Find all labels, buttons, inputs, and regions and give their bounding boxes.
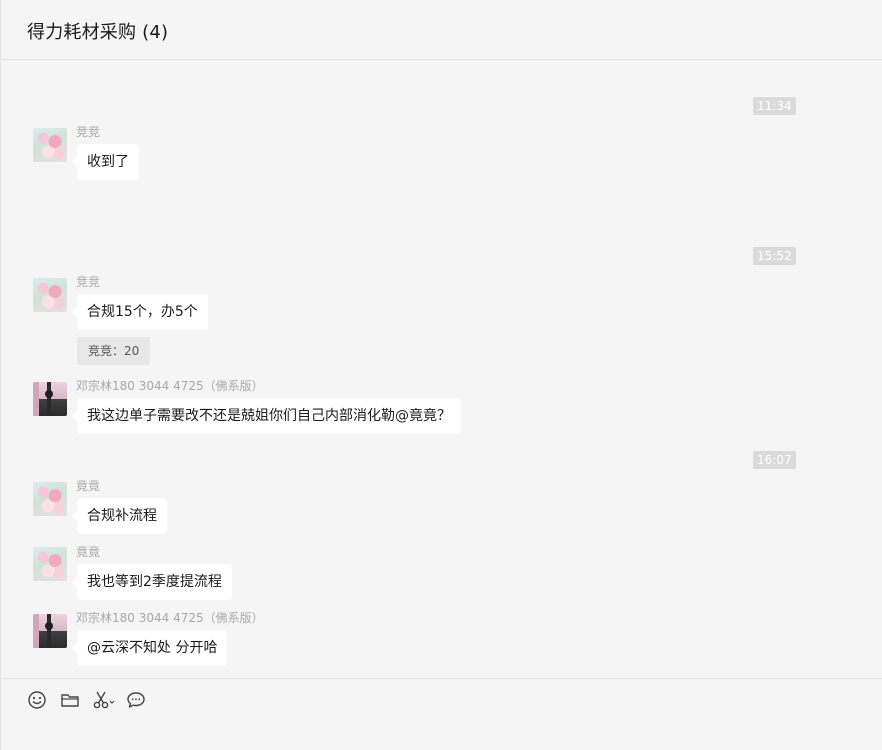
quoted-reply[interactable]: 竞竞：20: [77, 337, 151, 365]
message-bubble[interactable]: 收到了: [72, 144, 139, 180]
emoji-icon[interactable]: [26, 689, 48, 711]
sender-name: 竞竞: [76, 125, 101, 139]
message-bubble[interactable]: @云深不知处 分开哈: [71, 630, 228, 666]
photo-avatar[interactable]: [33, 382, 67, 416]
flower-avatar[interactable]: [33, 278, 67, 312]
chat-window: 得力耗材采购 (4) 11:34 竞竞 收到了 15:52 竞竞 合规15个，办…: [0, 0, 882, 750]
message-bubble[interactable]: 合规补流程: [72, 498, 167, 534]
chat-title[interactable]: 得力耗材采购 (4): [27, 18, 168, 44]
timestamp: 16:07: [753, 451, 796, 469]
message-bubble[interactable]: 我这边单子需要改不还是兢姐你们自己内部消化勒@竟竟？: [72, 398, 461, 434]
input-toolbar: [1, 678, 882, 750]
sender-name: 邓宗林180 3044 4725（佛系版）: [76, 611, 264, 625]
chat-bubble-icon[interactable]: [125, 689, 147, 711]
message-list[interactable]: 11:34 竞竞 收到了 15:52 竞竞 合规15个，办5个 竞竞：20 邓宗…: [1, 61, 882, 678]
message-bubble[interactable]: 我也等到2季度提流程: [72, 564, 232, 600]
folder-icon[interactable]: [59, 689, 81, 711]
message-bubble[interactable]: 合规15个，办5个: [72, 294, 208, 330]
flower-avatar[interactable]: [33, 128, 67, 162]
timestamp: 11:34: [753, 97, 796, 115]
sender-name: 竟竟: [76, 479, 101, 493]
flower-avatar[interactable]: [33, 482, 67, 516]
chat-header: 得力耗材采购 (4): [1, 0, 882, 60]
photo-avatar[interactable]: [33, 614, 67, 648]
sender-name: 邓宗林180 3044 4725（佛系版）: [76, 379, 264, 393]
timestamp: 15:52: [753, 247, 796, 265]
sender-name: 竞竞: [76, 275, 101, 289]
scissors-icon[interactable]: [91, 689, 117, 711]
flower-avatar[interactable]: [33, 547, 67, 581]
sender-name: 竟竟: [76, 545, 101, 559]
